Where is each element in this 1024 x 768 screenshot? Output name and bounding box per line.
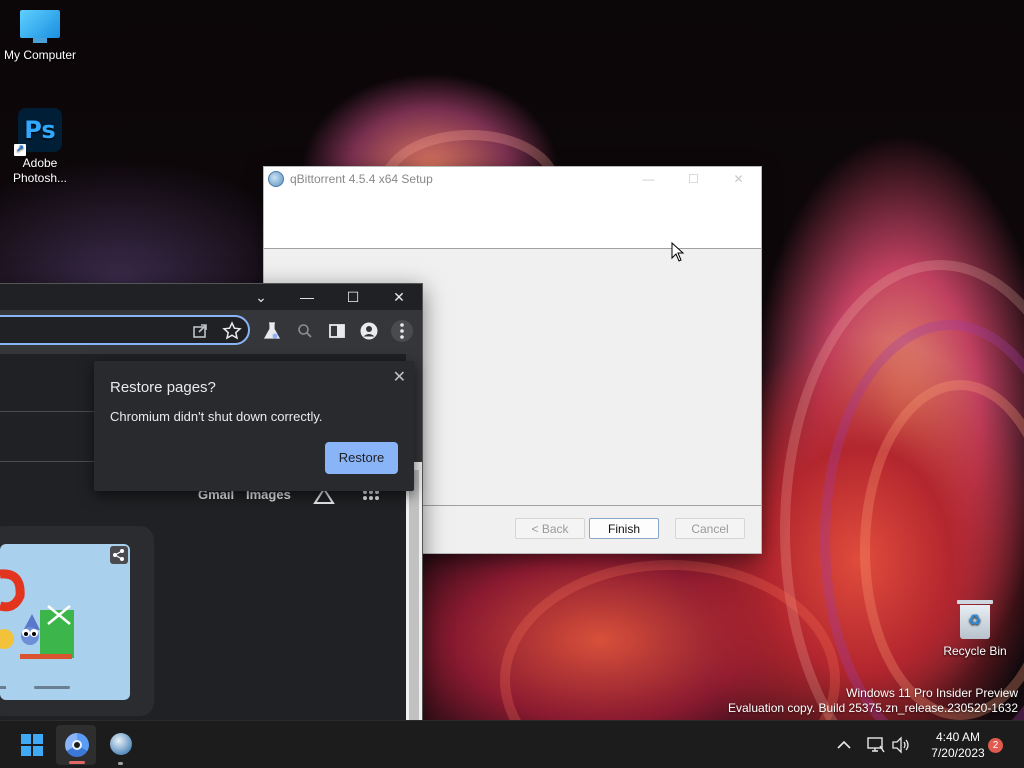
photoshop-icon: Ps ↗ xyxy=(14,108,62,156)
chromium-tab-strip[interactable]: ⌄ — ☐ ✕ xyxy=(0,284,422,310)
network-icon[interactable] xyxy=(866,736,886,754)
side-panel-icon[interactable] xyxy=(327,321,347,341)
cancel-button[interactable]: Cancel xyxy=(675,518,745,539)
shortcut-arrow-icon: ↗ xyxy=(14,144,26,156)
profile-icon[interactable] xyxy=(359,321,379,341)
clock-time: 4:40 AM xyxy=(935,730,981,744)
clock-date: 7/20/2023 xyxy=(931,746,985,760)
restore-button[interactable]: Restore xyxy=(325,442,398,474)
taskbar-chromium[interactable] xyxy=(56,725,96,765)
search-icon[interactable] xyxy=(295,321,315,341)
chromium-close-button[interactable]: ✕ xyxy=(376,284,422,310)
setup-titlebar[interactable]: qBittorrent 4.5.4 x64 Setup — ☐ ✕ xyxy=(264,167,761,191)
share-icon[interactable] xyxy=(190,321,210,341)
taskbar-qbittorrent-setup[interactable] xyxy=(100,725,140,765)
page-scrollbar[interactable] xyxy=(406,462,422,721)
doodle-card[interactable] xyxy=(0,526,154,716)
scrollbar-thumb[interactable] xyxy=(409,470,419,720)
setup-maximize-button[interactable]: ☐ xyxy=(671,172,716,186)
installer-icon xyxy=(110,733,132,755)
setup-minimize-button[interactable]: — xyxy=(626,172,671,186)
setup-close-button[interactable]: ✕ xyxy=(716,172,761,186)
taskbar-clock[interactable]: 4:40 AM 7/20/2023 xyxy=(920,729,996,761)
windows-logo-icon xyxy=(21,734,43,756)
finish-button[interactable]: Finish xyxy=(589,518,659,539)
labs-flask-icon[interactable] xyxy=(262,321,282,341)
chromium-toolbar xyxy=(0,310,422,354)
desktop-icon-my-computer[interactable]: My Computer xyxy=(0,10,80,63)
desktop-icon-recycle-bin[interactable]: ♻ Recycle Bin xyxy=(935,600,1015,659)
restore-dialog-title: Restore pages? xyxy=(110,379,216,396)
watermark-line2: Evaluation copy. Build 25375.zn_release.… xyxy=(728,701,1018,715)
chromium-minimize-button[interactable]: — xyxy=(284,284,330,310)
volume-icon[interactable] xyxy=(891,736,911,754)
mouse-cursor-icon xyxy=(671,242,685,262)
qbittorrent-icon xyxy=(268,171,284,187)
recycle-bin-icon: ♻ xyxy=(957,600,993,640)
watermark-line1: Windows 11 Pro Insider Preview xyxy=(846,686,1018,700)
start-button[interactable] xyxy=(12,725,52,765)
restore-dialog-message: Chromium didn't shut down correctly. xyxy=(110,409,323,424)
desktop-icon-label: Recycle Bin xyxy=(943,644,1007,658)
google-doodle-image[interactable] xyxy=(0,544,130,700)
restore-pages-dialog: Restore pages? Chromium didn't shut down… xyxy=(94,361,414,491)
address-bar[interactable] xyxy=(0,315,250,345)
setup-header-panel xyxy=(264,191,761,249)
chromium-window: ⌄ — ☐ ✕ Gmail Images xyxy=(0,283,423,722)
desktop-icon-photoshop[interactable]: Ps ↗ Adobe Photosh... xyxy=(0,108,80,186)
chromium-maximize-button[interactable]: ☐ xyxy=(330,284,376,310)
share-doodle-icon[interactable] xyxy=(110,546,128,564)
tab-search-button[interactable]: ⌄ xyxy=(238,284,284,310)
taskbar: 4:40 AM 7/20/2023 2 xyxy=(0,720,1024,768)
menu-kebab-icon[interactable] xyxy=(391,320,413,342)
chromium-icon xyxy=(65,733,89,757)
back-button[interactable]: < Back xyxy=(515,518,585,539)
desktop-icon-label: My Computer xyxy=(3,48,77,62)
restore-dialog-close-icon[interactable]: ✕ xyxy=(393,367,406,387)
monitor-icon xyxy=(20,10,60,44)
desktop-icon-label: Adobe Photosh... xyxy=(12,156,68,185)
apps-grid-icon[interactable] xyxy=(362,489,380,505)
windows-watermark: Windows 11 Pro Insider Preview Evaluatio… xyxy=(728,686,1018,716)
chevron-up-icon[interactable] xyxy=(836,738,852,752)
notification-badge[interactable]: 2 xyxy=(988,738,1003,753)
bookmark-star-icon[interactable] xyxy=(222,321,242,341)
setup-window-title: qBittorrent 4.5.4 x64 Setup xyxy=(290,172,433,186)
